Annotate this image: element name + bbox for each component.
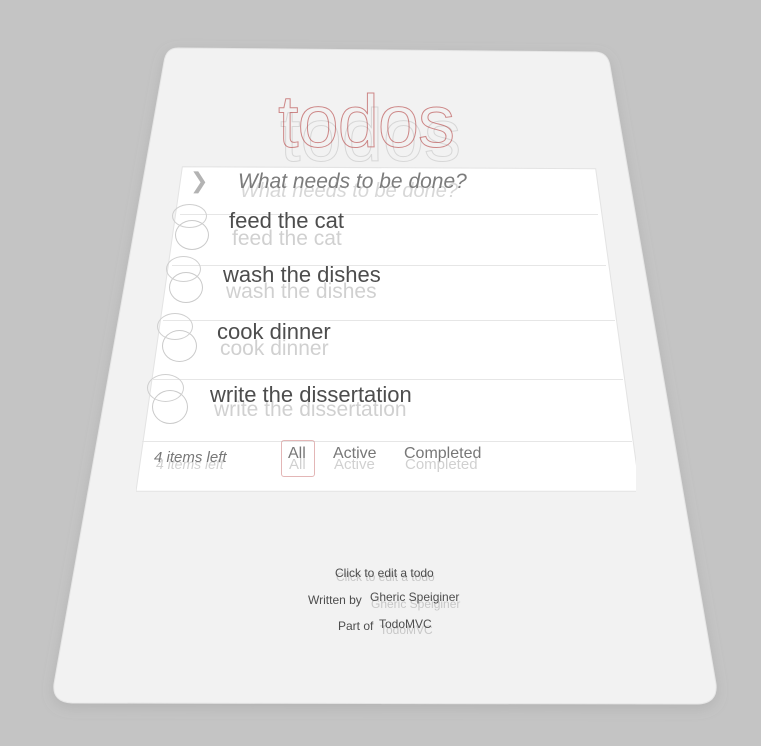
app-title: todos [278,80,456,163]
part-of-label: Part of [338,619,374,633]
todo-1-label[interactable]: feed the cat [229,208,344,234]
divider-4 [153,379,623,380]
filter-completed-button[interactable]: Completed [404,445,481,463]
filter-all-button[interactable]: All [288,445,306,463]
new-todo-input[interactable]: What needs to be done? [238,170,467,194]
todo-3-label[interactable]: cook dinner [217,319,331,345]
edit-hint: Click to edit a todo [335,566,434,580]
items-left-count: 4 items left [154,449,227,466]
todo-2-checkbox[interactable] [166,256,201,282]
todo-4-checkbox[interactable] [147,374,184,402]
toggle-all-icon[interactable]: ❯ [190,170,208,193]
viewport: todos todos ❯ What needs to be done? Wha… [0,0,761,746]
divider-5 [142,441,632,442]
todo-2-label[interactable]: wash the dishes [223,262,381,288]
todo-4-label[interactable]: write the dissertation [210,382,412,408]
project-link[interactable]: TodoMVC [379,617,432,631]
todo-1-checkbox[interactable] [172,204,207,228]
author-link[interactable]: Gheric Speiginer [370,590,459,604]
todo-3-checkbox[interactable] [157,313,193,340]
written-by-label: Written by [308,593,362,607]
filter-active-button[interactable]: Active [333,445,377,463]
